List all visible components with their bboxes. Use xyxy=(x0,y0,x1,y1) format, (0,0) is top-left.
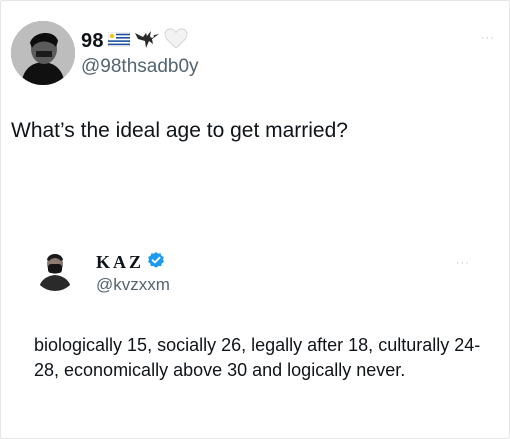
verified-badge-icon xyxy=(147,251,165,274)
person-photo-icon xyxy=(11,21,75,85)
tweet1-text: What’s the ideal age to get married? xyxy=(11,119,348,142)
eagle-icon xyxy=(134,29,160,54)
tweet1-handle[interactable]: @98thsadb0y xyxy=(81,56,199,78)
masked-person-icon xyxy=(33,247,77,291)
tweet2-handle[interactable]: @kvzxxm xyxy=(96,275,170,295)
tweet1-more-options[interactable]: ··· xyxy=(481,32,495,44)
tweet1-name-row: 98 xyxy=(81,28,188,55)
tweet2-more-options[interactable]: ··· xyxy=(456,257,470,269)
tweet2-text: biologically 15, socially 26, legally af… xyxy=(34,335,481,380)
tweet1-avatar[interactable] xyxy=(11,21,75,85)
tweet1-display-name[interactable]: 98 xyxy=(81,30,104,53)
uruguay-flag-icon xyxy=(107,31,130,52)
tweet2-name-row: KAZ xyxy=(96,251,165,274)
tweet2-avatar[interactable] xyxy=(33,247,77,291)
white-heart-icon xyxy=(164,28,188,55)
tweet2-display-name[interactable]: KAZ xyxy=(96,252,144,273)
